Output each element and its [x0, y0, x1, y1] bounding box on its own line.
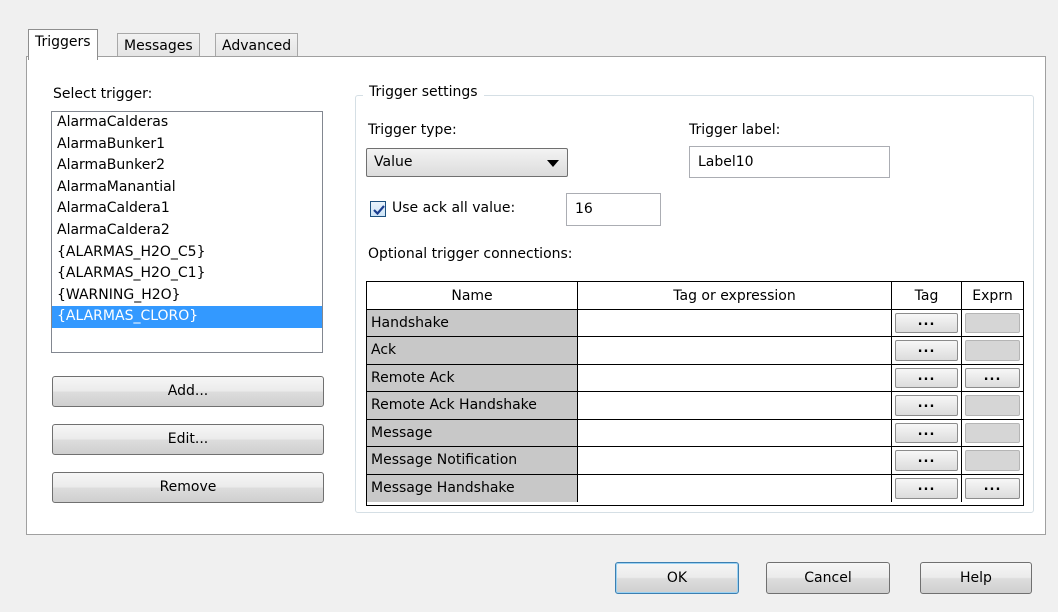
use-ack-all-label[interactable]: Use ack all value:	[392, 200, 515, 216]
add-button[interactable]: Add...	[52, 376, 324, 407]
expression-column-header: Tag or expression	[578, 282, 892, 310]
exprn-cell	[962, 447, 1023, 475]
tag-browse-button[interactable]: ...	[895, 312, 958, 333]
tag-expression-input[interactable]	[578, 337, 892, 365]
connections-table: Name Tag or expression Tag Exprn Handshake..…	[366, 281, 1024, 506]
trigger-list-item[interactable]: {ALARMAS_H2O_C5}	[52, 242, 322, 264]
connection-name-cell: Message Handshake	[367, 474, 578, 502]
table-header-row: Name Tag or expression Tag Exprn	[367, 282, 1023, 310]
table-row: Message...	[367, 419, 1023, 447]
select-trigger-label: Select trigger:	[53, 86, 153, 102]
tag-browse-button[interactable]: ...	[895, 422, 958, 443]
trigger-list-item[interactable]: AlarmaCalderas	[52, 112, 322, 134]
trigger-list-item[interactable]: AlarmaCaldera2	[52, 220, 322, 242]
connection-name-cell: Message	[367, 419, 578, 447]
expression-browse-button[interactable]: ...	[965, 367, 1020, 388]
connection-name-cell: Ack	[367, 337, 578, 365]
exprn-cell	[962, 392, 1023, 420]
connection-name-cell: Message Notification	[367, 447, 578, 475]
remove-button[interactable]: Remove	[52, 472, 324, 503]
trigger-type-label: Trigger type:	[368, 122, 457, 138]
tag-browse-button[interactable]: ...	[895, 477, 958, 499]
tag-expression-input[interactable]	[578, 419, 892, 447]
expression-browse-button	[965, 312, 1020, 333]
trigger-settings-title: Trigger settings	[363, 84, 484, 100]
connection-name-cell: Remote Ack Handshake	[367, 392, 578, 420]
tag-browse-button[interactable]: ...	[895, 340, 958, 361]
exprn-cell: ...	[962, 474, 1023, 502]
tag-column-header: Tag	[892, 282, 962, 310]
tab-triggers[interactable]: Triggers	[28, 29, 98, 60]
expression-browse-button	[965, 450, 1020, 471]
tag-cell: ...	[892, 419, 962, 447]
ack-all-value-input[interactable]: 16	[566, 193, 661, 226]
trigger-listbox[interactable]: AlarmaCalderas AlarmaBunker1 AlarmaBunker2…	[51, 111, 323, 353]
help-button[interactable]: Help	[920, 562, 1032, 594]
trigger-list-item[interactable]: AlarmaBunker2	[52, 155, 322, 177]
tag-cell: ...	[892, 337, 962, 365]
table-row: Message Handshake......	[367, 474, 1023, 502]
table-row: Handshake...	[367, 309, 1023, 337]
exprn-cell: ...	[962, 364, 1023, 392]
table-row: Remote Ack Handshake...	[367, 392, 1023, 420]
tag-expression-input[interactable]	[578, 447, 892, 475]
connection-name-cell: Handshake	[367, 309, 578, 337]
trigger-label-input[interactable]: Label10	[689, 146, 890, 178]
trigger-list-item[interactable]: AlarmaBunker1	[52, 134, 322, 156]
table-row: Ack...	[367, 337, 1023, 365]
exprn-cell	[962, 419, 1023, 447]
expression-browse-button[interactable]: ...	[965, 477, 1020, 499]
trigger-label-label: Trigger label:	[689, 122, 781, 138]
tag-cell: ...	[892, 474, 962, 502]
tag-cell: ...	[892, 364, 962, 392]
tag-expression-input[interactable]	[578, 309, 892, 337]
expression-browse-button	[965, 422, 1020, 443]
table-row: Message Notification...	[367, 447, 1023, 475]
exprn-column-header: Exprn	[962, 282, 1023, 310]
tag-browse-button[interactable]: ...	[895, 450, 958, 471]
optional-connections-label: Optional trigger connections:	[368, 246, 573, 262]
edit-button[interactable]: Edit...	[52, 424, 324, 455]
tag-expression-input[interactable]	[578, 474, 892, 502]
connection-name-cell: Remote Ack	[367, 364, 578, 392]
exprn-cell	[962, 337, 1023, 365]
ok-button[interactable]: OK	[615, 562, 739, 594]
tag-expression-input[interactable]	[578, 392, 892, 420]
chevron-down-icon	[547, 160, 559, 167]
trigger-list-item[interactable]: {WARNING_H2O}	[52, 285, 322, 307]
tag-expression-input[interactable]	[578, 364, 892, 392]
name-column-header: Name	[367, 282, 578, 310]
cancel-button[interactable]: Cancel	[766, 562, 890, 594]
trigger-type-dropdown[interactable]: Value	[366, 148, 568, 177]
trigger-list-item[interactable]: AlarmaManantial	[52, 177, 322, 199]
trigger-list-item[interactable]: {ALARMAS_CLORO}	[52, 306, 322, 328]
trigger-list-item[interactable]: {ALARMAS_H2O_C1}	[52, 263, 322, 285]
tag-cell: ...	[892, 309, 962, 337]
tag-cell: ...	[892, 447, 962, 475]
checkmark-icon	[373, 205, 385, 216]
exprn-cell	[962, 309, 1023, 337]
expression-browse-button	[965, 395, 1020, 416]
tag-browse-button[interactable]: ...	[895, 395, 958, 416]
tag-cell: ...	[892, 392, 962, 420]
tag-browse-button[interactable]: ...	[895, 367, 958, 388]
trigger-type-value: Value	[374, 154, 413, 170]
table-row: Remote Ack......	[367, 364, 1023, 392]
expression-browse-button	[965, 340, 1020, 361]
trigger-list-item[interactable]: AlarmaCaldera1	[52, 198, 322, 220]
use-ack-all-checkbox[interactable]	[370, 201, 386, 217]
